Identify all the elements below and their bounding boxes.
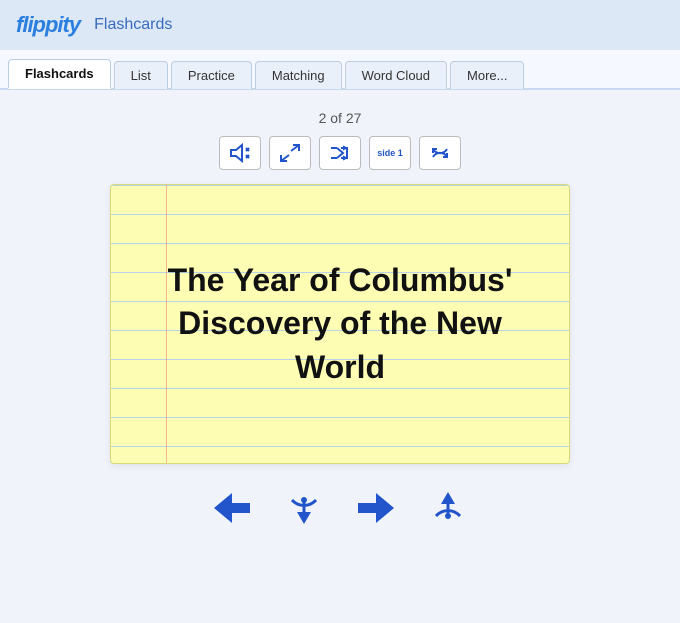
shuffle-button[interactable] xyxy=(319,136,361,170)
expand-icon xyxy=(279,143,301,163)
expand-button[interactable] xyxy=(269,136,311,170)
flip-button[interactable] xyxy=(419,136,461,170)
nav-bar xyxy=(206,486,474,530)
logo[interactable]: flippity xyxy=(16,12,80,38)
side-indicator[interactable]: side 1 xyxy=(369,136,411,170)
header: flippity Flashcards xyxy=(0,0,680,50)
tab-more[interactable]: More... xyxy=(450,61,524,89)
back-arrow-icon xyxy=(210,489,254,527)
mute-icon xyxy=(229,143,251,163)
tab-bar: Flashcards List Practice Matching Word C… xyxy=(0,50,680,90)
flip-up-button[interactable] xyxy=(422,486,474,530)
tab-practice[interactable]: Practice xyxy=(171,61,252,89)
forward-arrow-icon xyxy=(354,489,398,527)
main-content: 2 of 27 xyxy=(0,90,680,540)
card-counter: 2 of 27 xyxy=(319,110,362,126)
flashcard-text: The Year of Columbus' Discovery of the N… xyxy=(141,259,539,389)
mute-button[interactable] xyxy=(219,136,261,170)
back-button[interactable] xyxy=(206,486,258,530)
tab-list[interactable]: List xyxy=(114,61,168,89)
flip-down-icon xyxy=(282,486,326,530)
flip-down-button[interactable] xyxy=(278,486,330,530)
header-title: Flashcards xyxy=(94,16,172,34)
tab-matching[interactable]: Matching xyxy=(255,61,342,89)
tab-flashcards[interactable]: Flashcards xyxy=(8,59,111,89)
shuffle-icon xyxy=(329,143,351,163)
flip-up-icon xyxy=(426,486,470,530)
logo-text: flippity xyxy=(16,12,80,37)
toolbar: side 1 xyxy=(219,136,461,170)
forward-button[interactable] xyxy=(350,486,402,530)
tab-word-cloud[interactable]: Word Cloud xyxy=(345,61,447,89)
flashcard[interactable]: The Year of Columbus' Discovery of the N… xyxy=(110,184,570,464)
flip-icon xyxy=(429,143,451,163)
